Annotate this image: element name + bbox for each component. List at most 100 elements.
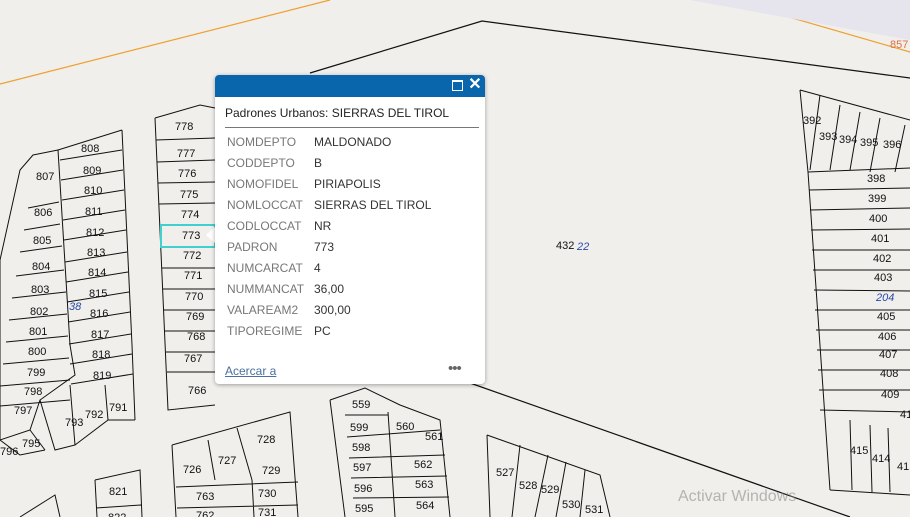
parcel-label: 562 [414, 459, 432, 471]
parcel-label: 393 [819, 131, 837, 143]
parcel-label: 819 [93, 370, 111, 382]
attribute-value: 4 [314, 260, 321, 275]
attribute-row: NUMCARCAT 4 [227, 257, 431, 278]
block-label: 204 [875, 292, 894, 304]
attribute-key: NOMDEPTO [227, 134, 297, 149]
attribute-value: 773 [314, 239, 335, 254]
road-line [0, 0, 331, 85]
attribute-row: NOMOFIDEL PIRIAPOLIS [227, 173, 431, 194]
parcel-label: 763 [196, 491, 214, 503]
parcel-label: 401 [871, 233, 889, 245]
parcel-label: 771 [184, 270, 202, 282]
parcel-label: 798 [24, 386, 42, 398]
parcel-label: 777 [177, 148, 195, 160]
attribute-value: PC [314, 323, 331, 338]
parcel-label: 811 [85, 206, 103, 218]
attribute-key: CODLOCCAT [227, 218, 302, 233]
attribute-key: NOMLOCCAT [227, 197, 303, 212]
parcel-label: 775 [180, 189, 198, 201]
parcel-label: 816 [90, 308, 108, 320]
block-label: 22 [576, 241, 589, 253]
parcel-label: 812 [86, 227, 104, 239]
attribute-row: NOMDEPTO MALDONADO [227, 131, 431, 152]
parcel-label: 772 [183, 250, 201, 262]
attribute-key: CODDEPTO [227, 155, 295, 170]
popup-title: Padrones Urbanos: SIERRAS DEL TIROL [225, 106, 479, 128]
parcel-label: 773 [182, 230, 200, 242]
parcel-label: 597 [353, 462, 371, 474]
parcel-label: 402 [873, 253, 891, 265]
parcel-label: 414 [872, 453, 890, 465]
parcel-label: 559 [352, 399, 370, 411]
parcel-label: 801 [29, 326, 47, 338]
parcel-label: 41 [900, 409, 910, 421]
block-label: 38 [69, 301, 82, 313]
attribute-value: 36,00 [314, 281, 345, 296]
parcel-label: 41 [897, 461, 909, 473]
parcel-label: 399 [868, 193, 886, 205]
parcel-label: 815 [89, 288, 107, 300]
parcel-label: 560 [396, 421, 414, 433]
parcel-label: 563 [415, 479, 433, 491]
parcel-label: 403 [874, 272, 892, 284]
close-icon[interactable]: ✕ [468, 76, 482, 94]
more-options-icon[interactable]: ••• [448, 360, 462, 377]
orange-label: 857 [890, 39, 908, 51]
attribute-row: NOMLOCCAT SIERRAS DEL TIROL [227, 194, 431, 215]
parcel-label: 804 [32, 261, 50, 273]
parcel-block-bottom-center [329, 387, 451, 517]
parcel-label: 408 [880, 368, 898, 380]
parcel-label: 731 [258, 507, 276, 517]
parcel-label: 806 [34, 207, 52, 219]
attribute-row: NUMMANCAT 36,00 [227, 278, 431, 299]
parcel-label: 394 [839, 134, 857, 146]
parcel-label: 730 [258, 488, 276, 500]
parcel-label: 528 [519, 480, 537, 492]
parcel-label: 531 [585, 504, 603, 516]
attribute-key: NUMMANCAT [227, 281, 305, 296]
parcel-label: 776 [178, 168, 196, 180]
parcel-label: 392 [803, 115, 821, 127]
parcel-label: 405 [877, 311, 895, 323]
shaded-zone [690, 0, 910, 40]
parcel-label: 810 [84, 185, 102, 197]
parcel-label: 407 [879, 349, 897, 361]
parcel-label: 800 [28, 346, 46, 358]
parcel-label: 791 [109, 402, 127, 414]
parcel-label: 766 [188, 385, 206, 397]
maximize-icon[interactable] [452, 80, 463, 91]
parcel-label: 796 [0, 446, 18, 458]
parcel-label: 813 [87, 247, 105, 259]
parcel-label: 805 [33, 235, 51, 247]
parcel-label: 817 [91, 329, 109, 341]
attribute-value: 300,00 [314, 302, 351, 317]
attribute-row: PADRON 773 [227, 236, 431, 257]
parcel-label: 767 [184, 353, 202, 365]
attribute-key: NUMCARCAT [227, 260, 303, 275]
parcel-label: 529 [541, 484, 559, 496]
parcel-label: 530 [562, 499, 580, 511]
parcel-label: 822 [108, 512, 126, 517]
parcel-label: 808 [81, 143, 99, 155]
parcel-label: 395 [860, 137, 878, 149]
parcel-label: 778 [175, 121, 193, 133]
parcel-label: 599 [350, 422, 368, 434]
parcel-label: 768 [187, 331, 205, 343]
parcel-label: 807 [36, 171, 54, 183]
parcel-label: 726 [183, 464, 201, 476]
attribute-key: TIPOREGIME [227, 323, 303, 338]
parcel-label: 799 [27, 367, 45, 379]
parcel-label: 415 [850, 445, 868, 457]
parcel-label: 762 [196, 510, 214, 517]
attribute-row: VALAREAM2 300,00 [227, 299, 431, 320]
parcel-label: 770 [185, 291, 203, 303]
zoom-to-link[interactable]: Acercar a [225, 364, 276, 378]
parcel-label: 561 [425, 431, 443, 443]
attribute-table: NOMDEPTO MALDONADO CODDEPTO B NOMOFIDEL PIRIA… [227, 131, 431, 341]
parcel-label: 406 [878, 331, 896, 343]
parcel-label: 793 [65, 417, 83, 429]
parcel-label: 818 [92, 349, 110, 361]
block-boundary [309, 20, 910, 79]
parcel-label: 409 [881, 389, 899, 401]
attribute-key: VALAREAM2 [227, 302, 299, 317]
